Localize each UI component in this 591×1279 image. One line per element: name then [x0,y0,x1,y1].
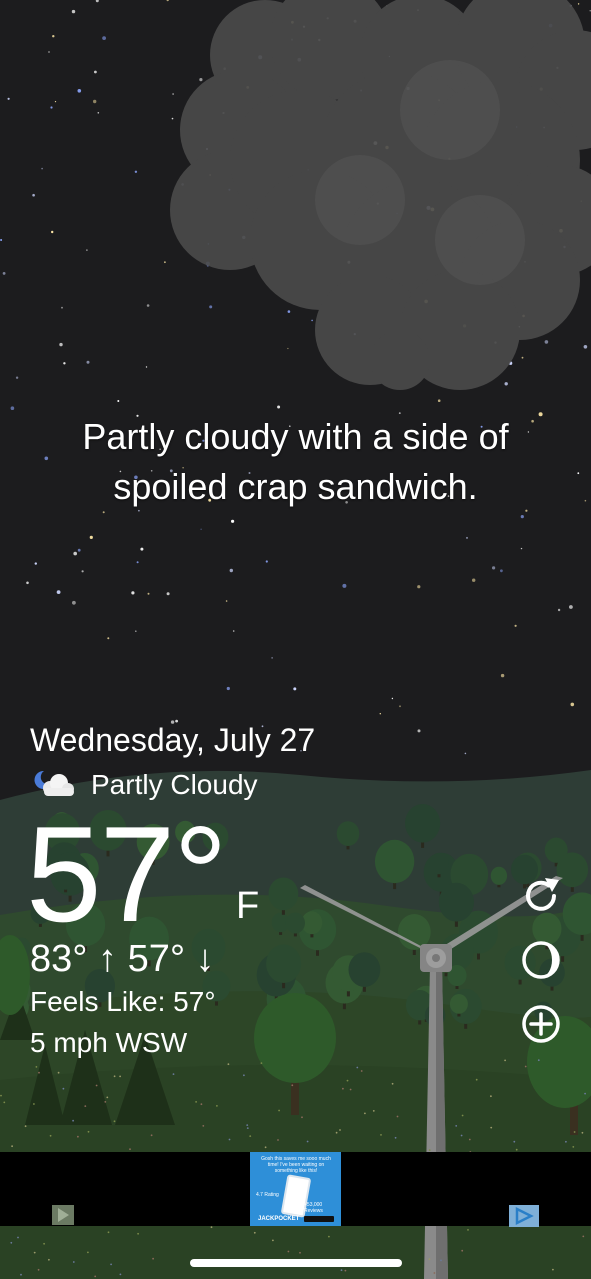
app-store-badges [304,1216,334,1222]
ad-creative[interactable]: Gosh this saves me sooo much time! I've … [250,1152,341,1226]
temperature-unit[interactable]: F [236,884,259,928]
add-icon[interactable] [519,1002,563,1046]
weather-tagline: Partly cloudy with a side of spoiled cra… [20,412,571,512]
ad-reviews: +53,000 Reviews [304,1202,323,1214]
tagline-line-2: spoiled crap sandwich. [113,466,478,507]
ad-choices-icon[interactable] [509,1205,539,1227]
ad-brand: JACKPOCKET [258,1216,300,1222]
refresh-icon[interactable] [519,874,563,918]
weather-scene-background [0,0,591,1279]
ad-rating: 4.7 Rating [256,1192,279,1198]
ad-headline: Gosh this saves me sooo much time! I've … [261,1156,331,1174]
feels-like: Feels Like: 57° [30,986,216,1017]
home-indicator[interactable] [190,1259,402,1267]
moon-phase-icon[interactable] [519,938,563,982]
partly-cloudy-night-icon [34,770,74,796]
current-temperature: 57° [26,798,228,950]
current-date: Wednesday, July 27 [30,722,316,758]
wind-speed: 5 mph WSW [30,1027,188,1058]
high-low-temperature: 83° ↑ 57° ↓ [30,938,215,980]
ad-play-icon[interactable] [52,1205,74,1225]
tagline-line-1: Partly cloudy with a side of [82,416,509,457]
